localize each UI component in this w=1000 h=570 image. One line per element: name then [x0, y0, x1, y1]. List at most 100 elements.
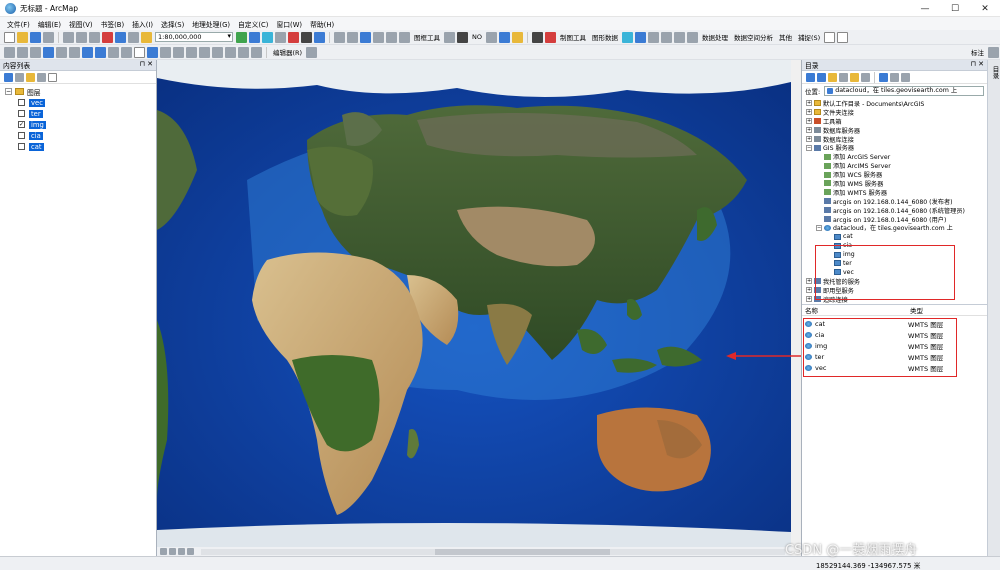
scalebar-icon[interactable] — [399, 31, 410, 43]
catalog-dock-tab[interactable]: 目录 — [987, 60, 1000, 556]
python-icon[interactable] — [301, 31, 312, 43]
map-view[interactable] — [157, 60, 791, 547]
layer-label[interactable]: img — [29, 120, 46, 129]
toc-layer-ter[interactable]: ter — [5, 108, 156, 119]
collapse-icon[interactable]: − — [806, 144, 812, 151]
expand-icon[interactable]: + — [806, 118, 812, 125]
search-icon[interactable] — [275, 31, 286, 43]
close-button[interactable]: ✕ — [970, 0, 1000, 17]
collapse-icon[interactable]: − — [5, 88, 12, 95]
globe-icon[interactable] — [498, 31, 510, 43]
delete-icon[interactable] — [102, 31, 113, 43]
hyperlink-icon[interactable] — [160, 46, 171, 58]
expand-icon[interactable]: + — [806, 287, 812, 294]
home-icon[interactable] — [839, 72, 848, 82]
cd-icon[interactable] — [531, 31, 543, 43]
label-tool-icon[interactable] — [988, 46, 999, 58]
layer-visibility-checkbox[interactable] — [18, 143, 25, 150]
catalog-tree-item[interactable]: − GIS 服务器 — [802, 143, 987, 152]
editor-toolbar-icon[interactable] — [236, 31, 247, 43]
column-name[interactable]: 名称 — [805, 305, 910, 315]
map-scale-input[interactable]: 1:80,000,000 — [155, 32, 233, 42]
catalog-tree-item[interactable]: − datacloud，在 tiles.geovisearth.com 上 — [802, 223, 987, 232]
stop-icon[interactable] — [544, 31, 556, 43]
catalog-icon[interactable] — [262, 31, 273, 43]
goto-xy-icon[interactable] — [225, 46, 236, 58]
shape-icon[interactable] — [621, 31, 633, 43]
catalog-tree-item[interactable]: arcgis on 192.168.0.144_6080 (系统管理员) — [802, 206, 987, 215]
select-features-icon[interactable] — [108, 46, 119, 58]
list-by-visibility-icon[interactable] — [26, 72, 35, 82]
disconnect-icon[interactable] — [861, 72, 870, 82]
viewer-icon[interactable] — [251, 46, 262, 58]
editor-menu[interactable]: 编辑器(R) — [270, 47, 305, 57]
expand-icon[interactable]: + — [806, 296, 812, 303]
minimize-button[interactable]: — — [910, 0, 940, 17]
snapping-menu[interactable]: 捕捉(S) — [795, 32, 823, 42]
paste-icon[interactable] — [89, 31, 100, 43]
maximize-button[interactable]: ☐ — [940, 0, 970, 17]
cartography-tools-menu[interactable]: 制图工具 — [557, 32, 589, 42]
zoom-in-icon[interactable] — [4, 46, 15, 58]
expand-icon[interactable]: + — [806, 109, 812, 116]
catalog-tree-item[interactable]: 添加 WMTS 服务器 — [802, 188, 987, 197]
zoom-out-icon[interactable] — [17, 46, 28, 58]
ruler-icon[interactable] — [485, 31, 497, 43]
forward-icon[interactable] — [95, 46, 106, 58]
layer-label[interactable]: vec — [29, 98, 45, 107]
toc-close-icon[interactable]: ⊓ ✕ — [139, 60, 153, 68]
undo-icon[interactable] — [115, 31, 126, 43]
list-by-selection-icon[interactable] — [37, 72, 46, 82]
layer-visibility-checkbox[interactable] — [18, 110, 25, 117]
list-by-drawing-order-icon[interactable] — [4, 72, 13, 82]
save-icon[interactable] — [30, 31, 41, 43]
menu-select[interactable]: 选择(S) — [157, 19, 188, 29]
text-icon[interactable] — [373, 31, 384, 43]
layer-label[interactable]: cia — [29, 131, 43, 140]
back-icon[interactable] — [82, 46, 93, 58]
up-folder-icon[interactable] — [828, 72, 837, 82]
legend-icon[interactable] — [386, 31, 397, 43]
layer-label[interactable]: ter — [29, 109, 43, 118]
map-horizontal-scrollbar[interactable] — [201, 548, 785, 555]
data-view-icon[interactable] — [160, 548, 167, 555]
cut-icon[interactable] — [63, 31, 74, 43]
catalog-tree-item[interactable]: + 数据库服务器 — [802, 126, 987, 135]
catalog-tree-item[interactable]: 添加 ArcGIS Server — [802, 152, 987, 161]
toc-layer-cat[interactable]: cat — [5, 141, 156, 152]
graphic-data-menu[interactable]: 图形数据 — [589, 32, 621, 42]
toc-layer-cia[interactable]: cia — [5, 130, 156, 141]
sync-icon[interactable] — [901, 72, 910, 82]
layer-visibility-checkbox[interactable] — [18, 132, 25, 139]
tool-a-icon[interactable] — [647, 31, 659, 43]
redo-icon[interactable] — [128, 31, 139, 43]
no-button[interactable]: NO — [469, 33, 485, 41]
find-icon[interactable] — [199, 46, 210, 58]
catalog-tree-item[interactable]: + 工具箱 — [802, 117, 987, 126]
html-popup-icon[interactable] — [173, 46, 184, 58]
print-icon[interactable] — [43, 31, 54, 43]
menu-help[interactable]: 帮助(H) — [306, 19, 338, 29]
refresh-icon[interactable] — [178, 548, 185, 555]
measure-icon[interactable] — [186, 46, 197, 58]
expand-icon[interactable]: + — [806, 100, 812, 107]
open-icon[interactable] — [17, 31, 28, 43]
add-data-icon[interactable] — [141, 31, 152, 43]
catalog-tree-item[interactable]: + 文件夹连接 — [802, 108, 987, 117]
menu-insert[interactable]: 插入(I) — [128, 19, 157, 29]
list-by-source-icon[interactable] — [15, 72, 24, 82]
forward-icon[interactable] — [817, 72, 826, 82]
expand-icon[interactable]: + — [806, 127, 812, 134]
edit-tool-icon[interactable] — [306, 46, 318, 58]
layer-visibility-checkbox[interactable] — [18, 99, 25, 106]
copy-icon[interactable] — [76, 31, 87, 43]
snap-box-icon[interactable] — [824, 31, 836, 43]
clear-selection-icon[interactable] — [121, 46, 132, 58]
location-input[interactable]: datacloud，在 tiles.geovisearth.com 上 — [824, 85, 984, 96]
grid-icon[interactable] — [334, 31, 345, 43]
catalog-tree-item[interactable]: cat — [802, 232, 987, 241]
pan-icon[interactable] — [30, 46, 41, 58]
labeling-menu[interactable]: 标注 — [968, 47, 987, 57]
layout-view-icon[interactable] — [169, 548, 176, 555]
options-icon[interactable] — [48, 72, 57, 82]
